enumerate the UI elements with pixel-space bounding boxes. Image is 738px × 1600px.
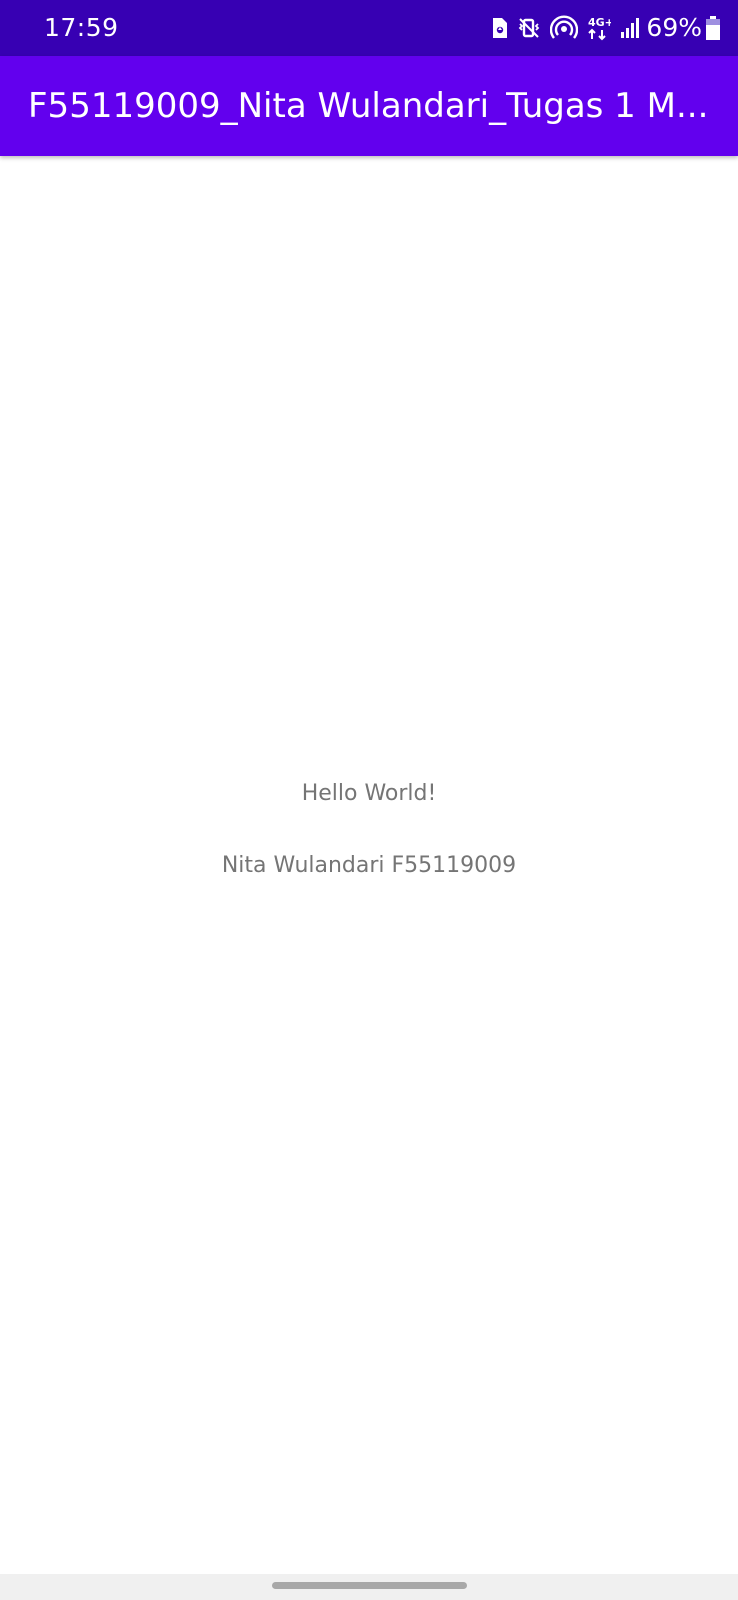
navigation-bar <box>0 1574 738 1600</box>
gesture-handle[interactable] <box>272 1582 467 1589</box>
sim-card-icon <box>490 17 508 39</box>
network-label: 4G+ <box>588 16 611 29</box>
battery-icon <box>706 16 720 40</box>
battery-percent: 69% <box>646 13 702 42</box>
hotspot-icon <box>550 15 579 41</box>
app-title: F55119009_Nita Wulandari_Tugas 1 M... <box>28 86 709 126</box>
status-bar: 17:59 4G+ 69% <box>0 0 738 56</box>
network-4g-icon: 4G+ <box>587 15 611 41</box>
vibrate-mute-icon <box>517 17 541 39</box>
hello-world-text: Hello World! <box>301 781 437 806</box>
status-icons: 4G+ 69% <box>481 10 720 46</box>
signal-icon <box>620 17 640 39</box>
status-time: 17:59 <box>44 13 119 42</box>
student-name-text: Nita Wulandari F55119009 <box>221 853 517 878</box>
app-bar: F55119009_Nita Wulandari_Tugas 1 M... <box>0 56 738 156</box>
